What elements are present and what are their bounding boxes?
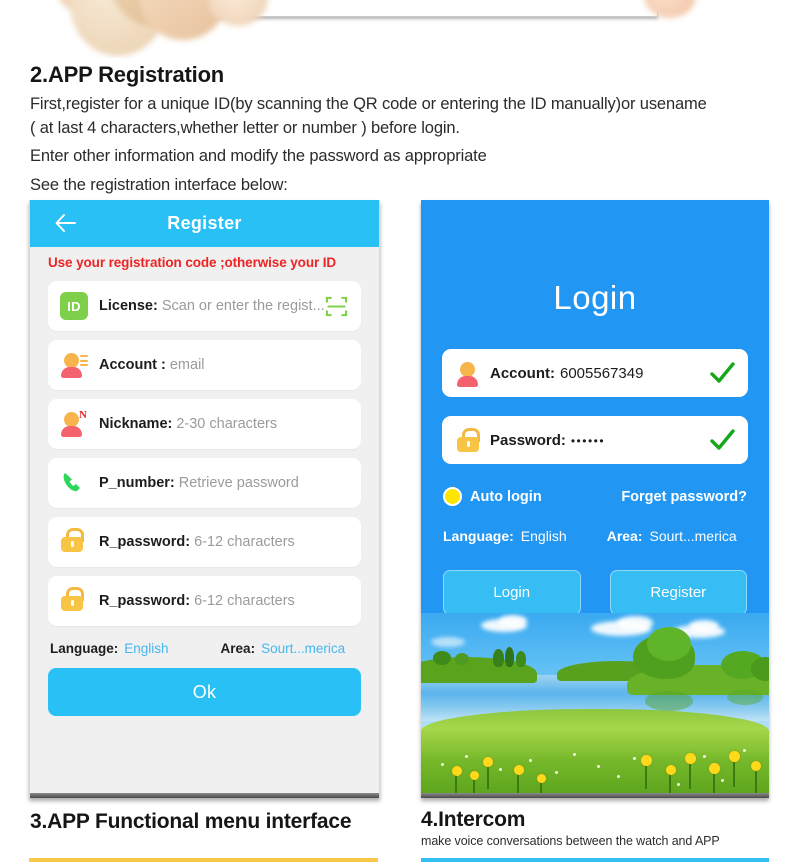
license-field-row[interactable]: ID License: Scan or enter the regist... (48, 281, 361, 332)
login-language-area-row: Language: English Area: Sourt...merica (421, 506, 769, 544)
section-3-accent-bar (29, 858, 378, 862)
account-field-row[interactable]: Account : email (48, 340, 361, 391)
account-avatar-icon (60, 350, 90, 380)
nickname-label: Nickname: (99, 416, 173, 433)
register-language-value[interactable]: English (124, 641, 168, 656)
password-placeholder-2: 6-12 characters (194, 593, 295, 610)
login-account-label: Account: (490, 364, 555, 382)
phone-number-field-row[interactable]: P_number: Retrieve password (48, 458, 361, 509)
register-title: Register (167, 213, 242, 233)
section-2-line-4: See the registration interface below: (30, 175, 288, 194)
login-background-landscape (421, 613, 769, 798)
login-area-label: Area: (606, 528, 643, 544)
nickname-field-row[interactable]: N Nickname: 2-30 characters (48, 399, 361, 450)
auto-login-label[interactable]: Auto login (470, 489, 542, 505)
phone-number-placeholder: Retrieve password (178, 475, 299, 492)
section-4-accent-bar (421, 858, 769, 862)
login-account-value: 6005567349 (560, 364, 644, 382)
check-icon (710, 429, 735, 450)
section-4-heading: 4.Intercom (421, 808, 526, 831)
section-2-heading: 2.APP Registration (30, 62, 225, 87)
forget-password-link[interactable]: Forget password? (621, 489, 747, 505)
account-placeholder: email (169, 357, 205, 374)
register-fields-list: ID License: Scan or enter the regist... … (30, 271, 379, 627)
license-placeholder: Scan or enter the regist... (161, 298, 325, 315)
password-field-row-1[interactable]: R_password: 6-12 characters (48, 517, 361, 568)
login-language-value[interactable]: English (521, 528, 567, 544)
registration-warning-text: Use your registration code ;otherwise yo… (48, 255, 337, 270)
section-4-subtitle: make voice conversations between the wat… (421, 834, 720, 849)
login-button[interactable]: Login (443, 570, 581, 615)
login-language-label: Language: (443, 528, 514, 544)
section-2-line-1: First,register for a unique ID(by scanni… (30, 95, 707, 114)
login-area-value[interactable]: Sourt...merica (650, 528, 737, 544)
login-buttons-row: Login Register (421, 544, 769, 615)
id-badge-text: ID (60, 292, 88, 321)
password-label-2: R_password: (99, 593, 191, 610)
section-2-line-2: ( at last 4 characters,whether letter or… (30, 118, 460, 137)
id-badge-icon: ID (60, 291, 90, 321)
section-3-heading: 3.APP Functional menu interface (30, 810, 352, 833)
qr-scan-icon[interactable] (325, 295, 348, 318)
register-area-value[interactable]: Sourt...merica (261, 641, 345, 656)
register-language-area-row: Language: English Area: Sourt...merica (30, 635, 379, 656)
register-title-bar: Register (30, 200, 379, 247)
section-2-line-3: Enter other information and modify the p… (30, 147, 487, 166)
register-panel-base (30, 793, 379, 798)
login-account-row[interactable]: Account: 6005567349 (442, 349, 748, 397)
lock-icon (60, 527, 90, 557)
login-password-label: Password: (490, 431, 566, 449)
section-3-caption: 3.APP Functional menu interface (30, 810, 380, 834)
check-icon (710, 362, 735, 383)
register-area-label: Area: (220, 641, 256, 657)
phone-number-label: P_number: (99, 475, 175, 492)
top-cropped-photo-strip (0, 0, 800, 58)
nickname-badge-text: N (79, 409, 87, 422)
account-label: Account : (99, 357, 166, 374)
register-language-label: Language: (50, 641, 119, 657)
ok-button[interactable]: Ok (48, 668, 361, 717)
lock-icon (456, 427, 482, 454)
license-label: License: (99, 298, 158, 315)
account-avatar-icon (456, 359, 482, 387)
login-password-row[interactable]: Password: •••••• (442, 416, 748, 464)
section-2-text-block: 2.APP Registration First,register for a … (30, 62, 775, 197)
login-password-value: •••••• (570, 434, 606, 448)
login-title: Login (553, 279, 637, 316)
register-button[interactable]: Register (609, 570, 747, 615)
phone-icon (60, 468, 90, 498)
password-label-1: R_password: (99, 534, 191, 551)
section-4-caption: 4.Intercom make voice conversations betw… (421, 808, 781, 848)
register-ok-wrap: Ok (30, 656, 379, 717)
register-screen-panel: Register Use your registration code ;oth… (29, 200, 380, 798)
lock-icon (60, 586, 90, 616)
nickname-placeholder: 2-30 characters (176, 416, 278, 433)
password-field-row-2[interactable]: R_password: 6-12 characters (48, 576, 361, 627)
login-options-row: Auto login Forget password? (421, 483, 769, 506)
auto-login-radio[interactable] (443, 487, 462, 506)
login-fields-list: Account: 6005567349 Password: •••••• (421, 317, 769, 464)
login-panel-base (421, 793, 769, 798)
nickname-avatar-icon: N (60, 409, 90, 439)
password-placeholder-1: 6-12 characters (194, 534, 295, 551)
login-screen-panel: Login Account: 6005567349 Password: ••••… (421, 200, 769, 798)
